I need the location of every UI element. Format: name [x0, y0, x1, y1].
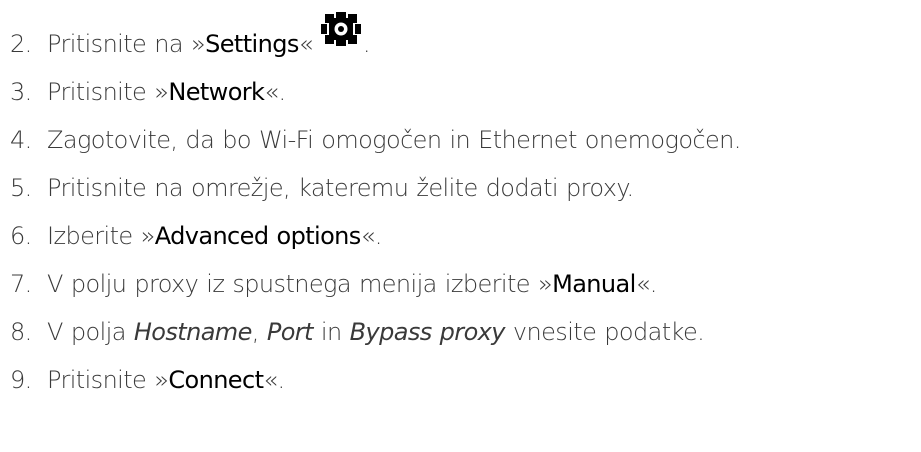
hostname-field-name: Hostname	[133, 318, 253, 346]
step-text: Pritisnite na omrežje, kateremu želite d…	[47, 174, 634, 202]
step-text-end: vnesite podatke.	[504, 318, 705, 346]
step-4: 4. Zagotovite, da bo Wi-Fi omogočen in Et…	[10, 116, 921, 164]
step-8: 8. V polja Hostname, Port in Bypass proxy…	[10, 308, 921, 356]
step-text: Zagotovite, da bo Wi-Fi omogočen in Ethe…	[47, 126, 741, 154]
step-separator: in	[312, 318, 350, 346]
step-text: Izberite »	[47, 222, 155, 250]
step-text-end: «.	[360, 222, 383, 250]
step-text: V polja	[47, 318, 134, 346]
bypass-proxy-field-name: Bypass proxy	[349, 318, 506, 346]
settings-label: Settings	[205, 30, 299, 58]
step-text: Pritisnite »	[47, 78, 169, 106]
step-separator: ,	[251, 318, 267, 346]
step-5: 5. Pritisnite na omrežje, kateremu želite…	[10, 164, 921, 212]
step-7: 7. V polju proxy iz spustnega menija izbe…	[10, 260, 921, 308]
step-text-end: «.	[264, 78, 286, 106]
step-9: 9. Pritisnite »Connect«.	[10, 356, 921, 404]
step-text-end: «	[298, 30, 314, 58]
step-number: 9.	[10, 366, 32, 394]
manual-label: Manual	[552, 270, 636, 298]
step-3: 3. Pritisnite »Network«.	[10, 68, 921, 116]
step-text: Pritisnite »	[47, 366, 169, 394]
step-text: Pritisnite na »	[47, 30, 206, 58]
network-label: Network	[168, 78, 265, 106]
step-number: 8.	[10, 318, 32, 346]
step-number: 2.	[10, 30, 32, 58]
step-number: 7.	[10, 270, 32, 298]
step-text: V polju proxy iz spustnega menija izberi…	[47, 270, 553, 298]
connect-label: Connect	[168, 366, 264, 394]
step-text-end: «.	[263, 366, 285, 394]
step-number: 5.	[10, 174, 32, 202]
step-2: 2. Pritisnite na »Settings« .	[10, 12, 921, 68]
instruction-steps: 2. Pritisnite na »Settings« . 3. Pritisnit…	[10, 12, 921, 404]
advanced-options-label: Advanced options	[154, 222, 362, 250]
step-text-end: «.	[635, 270, 658, 298]
gear-icon	[320, 12, 361, 46]
step-period: .	[362, 30, 371, 58]
step-number: 3.	[10, 78, 32, 106]
step-6: 6. Izberite »Advanced options«.	[10, 212, 921, 260]
port-field-name: Port	[266, 318, 314, 346]
step-number: 6.	[10, 222, 32, 250]
step-number: 4.	[10, 126, 32, 154]
